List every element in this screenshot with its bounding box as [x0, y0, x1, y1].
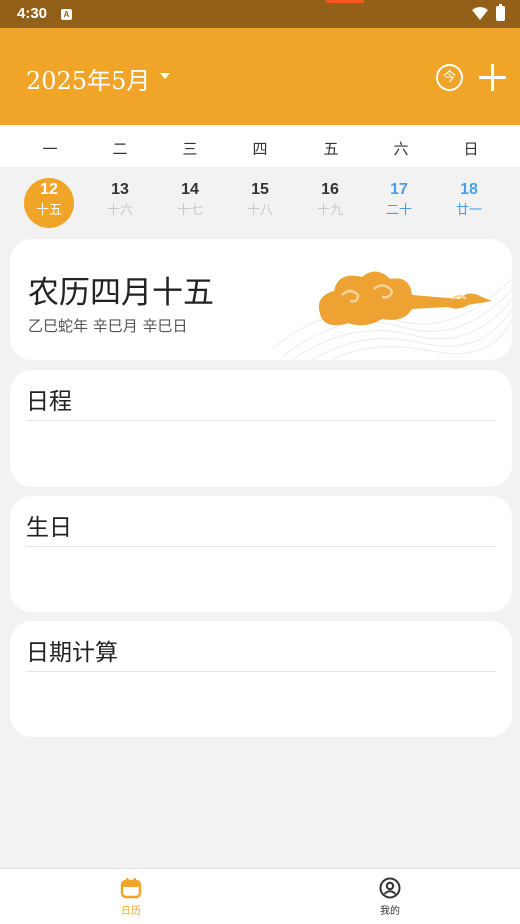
day-number: 16 [321, 181, 339, 198]
divider [26, 546, 496, 547]
day-cell[interactable]: 13 十六 [92, 178, 148, 228]
day-number: 12 [40, 181, 58, 198]
day-lunar: 十八 [246, 203, 273, 218]
wifi-icon [472, 7, 488, 20]
nav-calendar[interactable]: 日历 [91, 877, 171, 917]
day-lunar: 十五 [35, 203, 62, 218]
week-date-strip: 12 十五 13 十六 14 十七 15 十八 16 十九 17 二十 18 廿… [0, 167, 520, 239]
battery-icon [496, 4, 505, 21]
nav-mine[interactable]: 我的 [350, 877, 430, 917]
schedule-title: 日程 [26, 389, 72, 415]
day-lunar: 二十 [385, 203, 412, 218]
weekday-label: 二 [112, 140, 128, 158]
status-bar: 4:30 A [0, 0, 520, 28]
date-calculation-title: 日期计算 [26, 640, 118, 666]
lunar-date-title: 农历四月十五 [28, 275, 214, 311]
day-number: 13 [111, 181, 129, 198]
add-button[interactable] [479, 64, 506, 91]
day-number: 14 [181, 181, 199, 198]
weekday-label: 日 [463, 140, 479, 158]
nav-calendar-label: 日历 [121, 906, 141, 917]
day-lunar: 十六 [106, 203, 133, 218]
chevron-down-icon[interactable] [160, 73, 170, 79]
nav-mine-label: 我的 [380, 906, 400, 917]
day-cell[interactable]: 16 十九 [302, 178, 358, 228]
weekday-label: 一 [42, 140, 58, 158]
day-lunar: 廿一 [455, 203, 482, 218]
bottom-navigation: 日历 我的 [0, 868, 520, 924]
status-time: 4:30 [17, 5, 48, 22]
day-cell[interactable]: 15 十八 [232, 178, 288, 228]
notification-icon: A [61, 9, 72, 20]
day-number: 15 [251, 181, 269, 198]
day-cell[interactable]: 14 十七 [162, 178, 218, 228]
weekday-label: 五 [323, 140, 339, 158]
day-number: 17 [390, 181, 408, 198]
date-calculation-card[interactable]: 日期计算 [10, 621, 512, 737]
calendar-icon [120, 878, 142, 899]
ganzhi-subtitle: 乙巳蛇年 辛巳月 辛巳日 [28, 317, 188, 335]
weekday-label: 四 [252, 140, 268, 158]
today-button[interactable]: 今 [436, 64, 463, 91]
birthday-card[interactable]: 生日 [10, 496, 512, 612]
user-profile-icon [379, 877, 401, 899]
weekday-header: 一 二 三 四 五 六 日 [0, 125, 520, 167]
day-number: 18 [460, 181, 478, 198]
day-lunar: 十七 [176, 203, 203, 218]
day-cell-weekend[interactable]: 18 廿一 [441, 178, 497, 228]
divider [26, 671, 496, 672]
lunar-date-card: 农历四月十五 乙巳蛇年 辛巳月 辛巳日 [10, 239, 512, 360]
schedule-card[interactable]: 日程 [10, 370, 512, 487]
day-cell-selected[interactable]: 12 十五 [24, 178, 74, 228]
weekday-label: 六 [393, 140, 409, 158]
day-cell-weekend[interactable]: 17 二十 [371, 178, 427, 228]
month-title[interactable]: 2025年5月 [26, 61, 150, 96]
app-header: 2025年5月 今 [0, 28, 520, 125]
camera-notch [326, 0, 364, 3]
day-lunar: 十九 [316, 203, 343, 218]
auspicious-cloud-icon [272, 271, 512, 360]
weekday-label: 三 [182, 140, 198, 158]
divider [26, 420, 496, 421]
birthday-title: 生日 [26, 515, 72, 541]
